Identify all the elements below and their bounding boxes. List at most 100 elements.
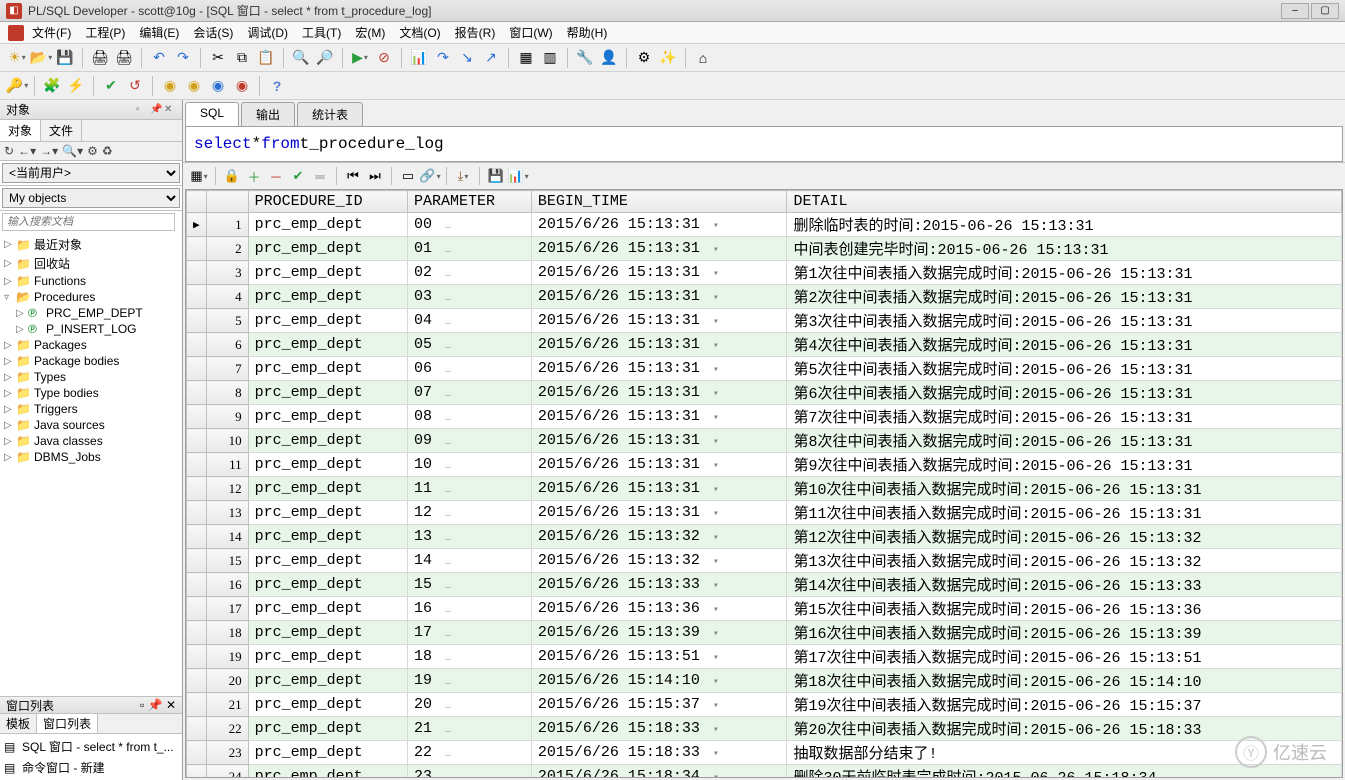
compile-invalid-button[interactable]: ⚡: [65, 75, 87, 97]
table-row[interactable]: 10prc_emp_dept09 …2015/6/26 15:13:31 ▾第8…: [187, 429, 1342, 453]
menu-debug[interactable]: 调试(D): [241, 22, 294, 43]
cell-procedure-id[interactable]: prc_emp_dept: [248, 285, 407, 309]
table-row[interactable]: 12prc_emp_dept11 …2015/6/26 15:13:31 ▾第1…: [187, 477, 1342, 501]
cell-procedure-id[interactable]: prc_emp_dept: [248, 645, 407, 669]
cell-parameter[interactable]: 16 …: [408, 597, 532, 621]
table-row[interactable]: 4prc_emp_dept03 …2015/6/26 15:13:31 ▾第2次…: [187, 285, 1342, 309]
find-button[interactable]: 🔍: [290, 47, 312, 69]
cell-procedure-id[interactable]: prc_emp_dept: [248, 501, 407, 525]
cell-parameter[interactable]: 04 …: [408, 309, 532, 333]
cell-begin-time[interactable]: 2015/6/26 15:13:31 ▾: [531, 501, 787, 525]
sql-editor[interactable]: select * from t_procedure_log: [185, 126, 1343, 162]
export-icon[interactable]: ⤓▾: [453, 166, 473, 186]
cell-detail[interactable]: 删除临时表的时间:2015-06-26 15:13:31: [787, 213, 1342, 237]
cell-detail[interactable]: 第10次往中间表插入数据完成时间:2015-06-26 15:13:31: [787, 477, 1342, 501]
beautify-button[interactable]: ✨: [657, 47, 679, 69]
sessions-tool-button[interactable]: 🧩: [41, 75, 63, 97]
tree-type-bodies[interactable]: Type bodies: [34, 386, 99, 400]
table-row[interactable]: 24prc_emp_dept23 …2015/6/26 15:18:34 ▾删除…: [187, 765, 1342, 779]
winlist-minimize-icon[interactable]: ▫: [140, 698, 144, 712]
cell-parameter[interactable]: 19 …: [408, 669, 532, 693]
cell-begin-time[interactable]: 2015/6/26 15:13:31 ▾: [531, 381, 787, 405]
cell-procedure-id[interactable]: prc_emp_dept: [248, 453, 407, 477]
object-search-input[interactable]: [2, 213, 175, 231]
cell-procedure-id[interactable]: prc_emp_dept: [248, 621, 407, 645]
cell-parameter[interactable]: 02 …: [408, 261, 532, 285]
tool-red-1[interactable]: ◉: [231, 75, 253, 97]
winlist-close-icon[interactable]: ✕: [166, 698, 176, 712]
table-row[interactable]: 23prc_emp_dept22 …2015/6/26 15:18:33 ▾抽取…: [187, 741, 1342, 765]
menu-tools[interactable]: 工具(T): [296, 22, 347, 43]
menu-project[interactable]: 工程(P): [79, 22, 131, 43]
cell-parameter[interactable]: 03 …: [408, 285, 532, 309]
tab-stats[interactable]: 统计表: [297, 102, 363, 126]
cell-detail[interactable]: 第7次往中间表插入数据完成时间:2015-06-26 15:13:31: [787, 405, 1342, 429]
cell-begin-time[interactable]: 2015/6/26 15:13:39 ▾: [531, 621, 787, 645]
tree-recent[interactable]: 最近对象: [34, 236, 82, 253]
cell-detail[interactable]: 第3次往中间表插入数据完成时间:2015-06-26 15:13:31: [787, 309, 1342, 333]
copy-button[interactable]: ⧉: [231, 47, 253, 69]
window-list-item[interactable]: ▤命令窗口 - 新建: [2, 757, 180, 778]
cell-procedure-id[interactable]: prc_emp_dept: [248, 573, 407, 597]
cell-parameter[interactable]: 21 …: [408, 717, 532, 741]
cell-begin-time[interactable]: 2015/6/26 15:13:31 ▾: [531, 309, 787, 333]
cell-begin-time[interactable]: 2015/6/26 15:13:32 ▾: [531, 525, 787, 549]
session-tool-button[interactable]: 🔧: [574, 47, 596, 69]
result-grid[interactable]: PROCEDURE_ID PARAMETER BEGIN_TIME DETAIL…: [185, 189, 1343, 778]
cell-detail[interactable]: 第11次往中间表插入数据完成时间:2015-06-26 15:13:31: [787, 501, 1342, 525]
cell-detail[interactable]: 第5次往中间表插入数据完成时间:2015-06-26 15:13:31: [787, 357, 1342, 381]
cell-parameter[interactable]: 17 …: [408, 621, 532, 645]
cell-procedure-id[interactable]: prc_emp_dept: [248, 597, 407, 621]
help-button[interactable]: ?: [266, 75, 288, 97]
cell-parameter[interactable]: 22 …: [408, 741, 532, 765]
cell-parameter[interactable]: 01 …: [408, 237, 532, 261]
window-list-item[interactable]: ▤SQL 窗口 - select * from t_...: [2, 736, 180, 757]
cell-procedure-id[interactable]: prc_emp_dept: [248, 309, 407, 333]
recycle-icon[interactable]: ♻: [102, 144, 113, 158]
cell-procedure-id[interactable]: prc_emp_dept: [248, 429, 407, 453]
back-icon[interactable]: ←▾: [18, 144, 36, 158]
cell-detail[interactable]: 第14次往中间表插入数据完成时间:2015-06-26 15:13:33: [787, 573, 1342, 597]
tree-procedures[interactable]: Procedures: [34, 290, 95, 304]
cell-procedure-id[interactable]: prc_emp_dept: [248, 717, 407, 741]
cell-procedure-id[interactable]: prc_emp_dept: [248, 693, 407, 717]
tool-blue-1[interactable]: ◉: [207, 75, 229, 97]
minimize-button[interactable]: –: [1281, 3, 1309, 19]
cell-parameter[interactable]: 13 …: [408, 525, 532, 549]
cell-detail[interactable]: 第9次往中间表插入数据完成时间:2015-06-26 15:13:31: [787, 453, 1342, 477]
table-row[interactable]: 22prc_emp_dept21 …2015/6/26 15:18:33 ▾第2…: [187, 717, 1342, 741]
tool-yellow-2[interactable]: ◉: [183, 75, 205, 97]
compile-button[interactable]: ⚙: [633, 47, 655, 69]
step-over-button[interactable]: ↷: [432, 47, 454, 69]
cell-begin-time[interactable]: 2015/6/26 15:13:31 ▾: [531, 285, 787, 309]
table-row[interactable]: 8prc_emp_dept07 …2015/6/26 15:13:31 ▾第6次…: [187, 381, 1342, 405]
cell-detail[interactable]: 第15次往中间表插入数据完成时间:2015-06-26 15:13:36: [787, 597, 1342, 621]
table-row[interactable]: 6prc_emp_dept05 …2015/6/26 15:13:31 ▾第4次…: [187, 333, 1342, 357]
cell-begin-time[interactable]: 2015/6/26 15:18:33 ▾: [531, 741, 787, 765]
cell-procedure-id[interactable]: prc_emp_dept: [248, 549, 407, 573]
tree-package-bodies[interactable]: Package bodies: [34, 354, 119, 368]
tree-proc1[interactable]: PRC_EMP_DEPT: [46, 306, 143, 320]
cell-parameter[interactable]: 10 …: [408, 453, 532, 477]
cell-begin-time[interactable]: 2015/6/26 15:13:31 ▾: [531, 405, 787, 429]
menu-file[interactable]: 文件(F): [26, 22, 77, 43]
cell-detail[interactable]: 第12次往中间表插入数据完成时间:2015-06-26 15:13:32: [787, 525, 1342, 549]
menu-macro[interactable]: 宏(M): [349, 22, 391, 43]
cell-begin-time[interactable]: 2015/6/26 15:13:31 ▾: [531, 333, 787, 357]
tree-types[interactable]: Types: [34, 370, 66, 384]
cell-detail[interactable]: 第19次往中间表插入数据完成时间:2015-06-26 15:15:37: [787, 693, 1342, 717]
user-dropdown[interactable]: <当前用户>: [2, 163, 180, 183]
col-procedure-id[interactable]: PROCEDURE_ID: [248, 191, 407, 213]
table-row[interactable]: 11prc_emp_dept10 …2015/6/26 15:13:31 ▾第9…: [187, 453, 1342, 477]
cell-detail[interactable]: 第16次往中间表插入数据完成时间:2015-06-26 15:13:39: [787, 621, 1342, 645]
cell-detail[interactable]: 第8次往中间表插入数据完成时间:2015-06-26 15:13:31: [787, 429, 1342, 453]
template-button[interactable]: ▥: [539, 47, 561, 69]
cut-button[interactable]: ✂: [207, 47, 229, 69]
cell-procedure-id[interactable]: prc_emp_dept: [248, 381, 407, 405]
panel-minimize-icon[interactable]: ▫: [136, 104, 148, 116]
cell-detail[interactable]: 第2次往中间表插入数据完成时间:2015-06-26 15:13:31: [787, 285, 1342, 309]
link-icon[interactable]: 🔗▾: [420, 166, 440, 186]
cell-begin-time[interactable]: 2015/6/26 15:13:36 ▾: [531, 597, 787, 621]
cell-parameter[interactable]: 15 …: [408, 573, 532, 597]
table-row[interactable]: 16prc_emp_dept15 …2015/6/26 15:13:33 ▾第1…: [187, 573, 1342, 597]
